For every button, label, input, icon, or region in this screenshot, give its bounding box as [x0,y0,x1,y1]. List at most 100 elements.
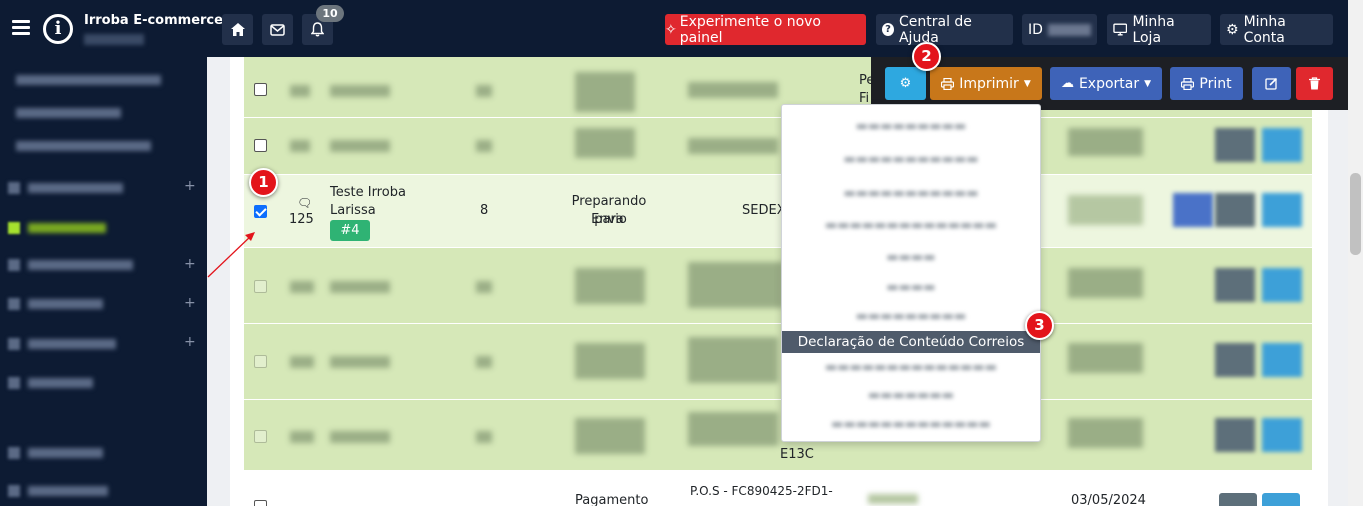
expand-plus-icon[interactable]: + [184,295,196,311]
sparkle-icon: ✧ [665,21,677,38]
row-action-button[interactable] [1219,493,1257,506]
dropdown-item[interactable]: ▬▬▬▬▬▬▬ [782,385,1040,407]
edit-button[interactable] [1252,67,1291,100]
annotation-marker-2: 2 [912,42,941,71]
caret-down-icon: ▼ [1144,78,1152,89]
brand-plan-blurred [84,34,144,45]
sidebar-item[interactable] [16,139,151,153]
sidebar-item[interactable] [8,446,103,460]
expand-plus-icon[interactable]: + [184,334,196,350]
settings-button[interactable]: ⚙ [885,67,926,100]
sidebar-item[interactable] [8,376,93,390]
comments-icon[interactable]: 🗨 [297,194,312,212]
sidebar-item[interactable] [8,484,108,498]
row-action-button[interactable] [1215,268,1255,302]
dropdown-item[interactable]: ▬▬▬▬▬▬▬▬▬ [782,116,1040,138]
item-quantity: 8 [480,203,489,218]
row-action-button[interactable] [1173,193,1213,227]
row-action-button[interactable] [1262,418,1302,452]
row-action-button[interactable] [1215,128,1255,162]
caret-down-icon: ▼ [1023,78,1031,89]
menu-item-icon [8,182,20,194]
my-account-button[interactable]: ⚙ Minha Conta [1220,14,1333,46]
status-text: Pagamento [575,493,649,506]
menu-item-icon [8,222,20,234]
dropdown-item-declaracao-conteudo[interactable]: Declaração de Conteúdo Correios [782,331,1040,353]
sidebar-item[interactable] [8,258,133,272]
row-action-button[interactable] [1262,493,1300,506]
export-dropdown-button[interactable]: ☁ Exportar ▼ [1050,67,1162,100]
envelope-icon [270,23,285,36]
dropdown-item[interactable]: ▬▬▬▬▬▬▬▬▬▬▬▬▬▬ [782,357,1040,379]
row-action-button[interactable] [1262,193,1302,227]
menu-item-icon [8,447,20,459]
row-checkbox[interactable] [254,139,267,152]
annotation-arrow [207,232,255,278]
store-id-button[interactable]: ID [1022,14,1097,45]
brand-name: Irroba E-commerce [84,13,223,28]
table-row[interactable] [244,400,1312,470]
sidebar-item[interactable] [8,297,103,311]
order-number-tag[interactable]: #4 [330,220,370,241]
notifications-count-badge: 10 [316,5,344,22]
menu-item-icon [8,259,20,271]
dropdown-item[interactable]: ▬▬▬▬▬▬▬▬▬ [782,306,1040,328]
bell-icon [311,22,324,37]
dropdown-item[interactable]: ▬▬▬▬ [782,277,1040,299]
menu-item-icon [8,377,20,389]
order-date: 03/05/2024 [1071,493,1146,506]
comments-count: 125 [289,212,314,227]
row-action-button[interactable] [1262,268,1302,302]
row-checkbox[interactable] [254,355,267,368]
home-button[interactable] [222,14,253,45]
dropdown-item[interactable]: ▬▬▬▬▬▬▬▬▬▬▬▬▬▬ [782,215,1040,237]
row-action-button[interactable] [1215,343,1255,377]
try-new-panel-button[interactable]: ✧ Experimente o novo painel [665,14,866,46]
table-row[interactable] [244,118,1312,174]
page-scrollbar[interactable] [1348,0,1363,506]
annotation-marker-3: 3 [1025,311,1054,340]
menu-icon[interactable] [12,20,30,36]
row-action-button[interactable] [1262,343,1302,377]
gears-icon: ⚙ [899,76,912,91]
dropdown-item[interactable]: ▬▬▬▬▬▬▬▬▬▬▬ [782,183,1040,205]
sidebar-item[interactable] [16,106,121,120]
printer-icon [1181,77,1195,90]
dropdown-item[interactable]: ▬▬▬▬ [782,247,1040,269]
my-store-button[interactable]: Minha Loja [1107,14,1211,46]
row-action-button[interactable] [1215,193,1255,227]
gear-icon: ⚙ [1226,21,1239,38]
expand-plus-icon[interactable]: + [184,256,196,272]
edit-icon [1265,77,1278,90]
row-action-button[interactable] [1262,128,1302,162]
dropdown-item[interactable]: ▬▬▬▬▬▬▬▬▬▬▬ [782,149,1040,171]
print-button[interactable]: Print [1170,67,1243,100]
printer-icon [941,77,955,90]
sidebar-item[interactable] [16,73,161,87]
print-dropdown-menu: ▬▬▬▬▬▬▬▬▬ ▬▬▬▬▬▬▬▬▬▬▬ ▬▬▬▬▬▬▬▬▬▬▬ ▬▬▬▬▬▬… [781,104,1041,442]
row-checkbox[interactable] [254,83,267,96]
expand-plus-icon[interactable]: + [184,178,196,194]
menu-item-icon [8,485,20,497]
row-action-button[interactable] [1215,418,1255,452]
row-checkbox[interactable] [254,500,267,506]
dropdown-item[interactable]: ▬▬▬▬▬▬▬▬▬▬▬▬▬ [782,414,1040,436]
menu-item-icon [8,338,20,350]
mail-button[interactable] [262,14,293,45]
question-circle-icon: ? [882,23,894,36]
sidebar [0,57,207,506]
trash-icon [1309,77,1320,90]
help-center-button[interactable]: ? Central de Ajuda [876,14,1013,46]
tracking-code-tail: E13C [780,447,814,462]
sidebar-item-active[interactable] [8,221,106,235]
sidebar-item[interactable] [8,337,116,351]
print-dropdown-button[interactable]: Imprimir ▼ [930,67,1042,100]
table-row[interactable] [244,324,1312,399]
delete-button[interactable] [1296,67,1333,100]
sidebar-item[interactable] [8,181,123,195]
row-checkbox-checked[interactable] [254,205,267,218]
status-line2: Envio [591,212,627,227]
row-checkbox[interactable] [254,430,267,443]
scrollbar-thumb[interactable] [1350,173,1361,255]
customer-name-line1: Teste Irroba [330,185,406,200]
